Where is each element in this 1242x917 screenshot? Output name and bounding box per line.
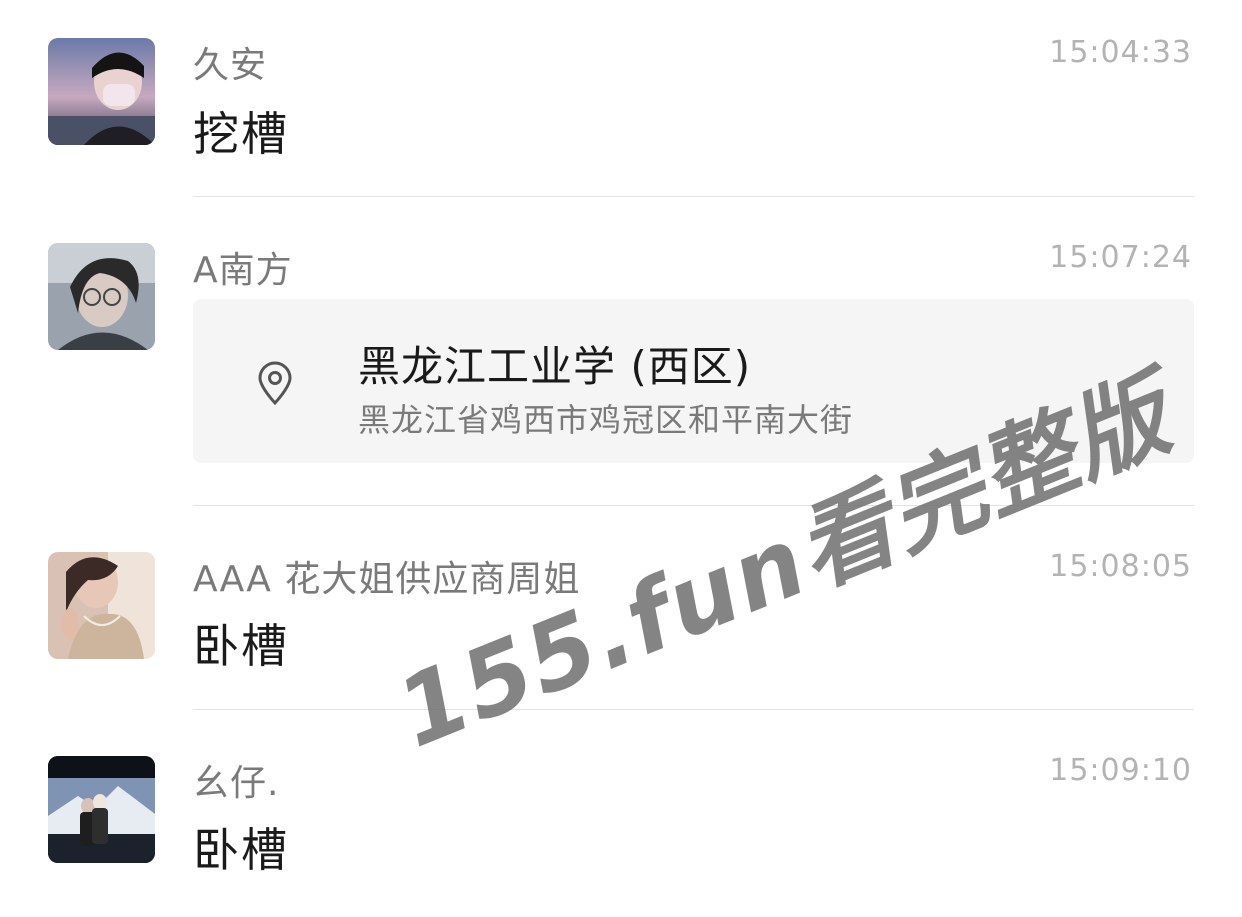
- message-text: 卧槽: [193, 619, 289, 673]
- avatar-person-necklace-icon[interactable]: [48, 552, 155, 659]
- sender-name: 幺仔.: [193, 763, 280, 804]
- divider: [193, 505, 1194, 506]
- divider: [193, 709, 1194, 710]
- avatar-couple-mountain-icon[interactable]: [48, 756, 155, 863]
- message-timestamp: 15:07:24: [1049, 240, 1192, 275]
- avatar-person-glasses-icon[interactable]: [48, 243, 155, 350]
- divider: [193, 196, 1194, 197]
- message-text: 挖槽: [193, 107, 289, 161]
- message-text: 卧槽: [193, 823, 289, 877]
- message-timestamp: 15:08:05: [1049, 549, 1192, 584]
- location-name: 黑龙江工业学 (西区): [358, 342, 752, 391]
- sender-name: 久安: [193, 45, 268, 86]
- avatar-person-mask-icon[interactable]: [48, 38, 155, 145]
- message-timestamp: 15:04:33: [1049, 35, 1192, 70]
- location-address: 黑龙江省鸡西市鸡冠区和平南大街: [358, 401, 854, 439]
- chat-record-list: 久安 15:04:33 挖槽 A南方 15:07:24 黑龙江工业学 (西区): [0, 0, 1242, 917]
- sender-name: A南方: [193, 250, 293, 291]
- location-pin-icon: [258, 361, 292, 405]
- sender-name: AAA 花大姐供应商周姐: [193, 559, 581, 600]
- message-timestamp: 15:09:10: [1049, 753, 1192, 788]
- location-card[interactable]: 黑龙江工业学 (西区) 黑龙江省鸡西市鸡冠区和平南大街: [193, 299, 1194, 463]
